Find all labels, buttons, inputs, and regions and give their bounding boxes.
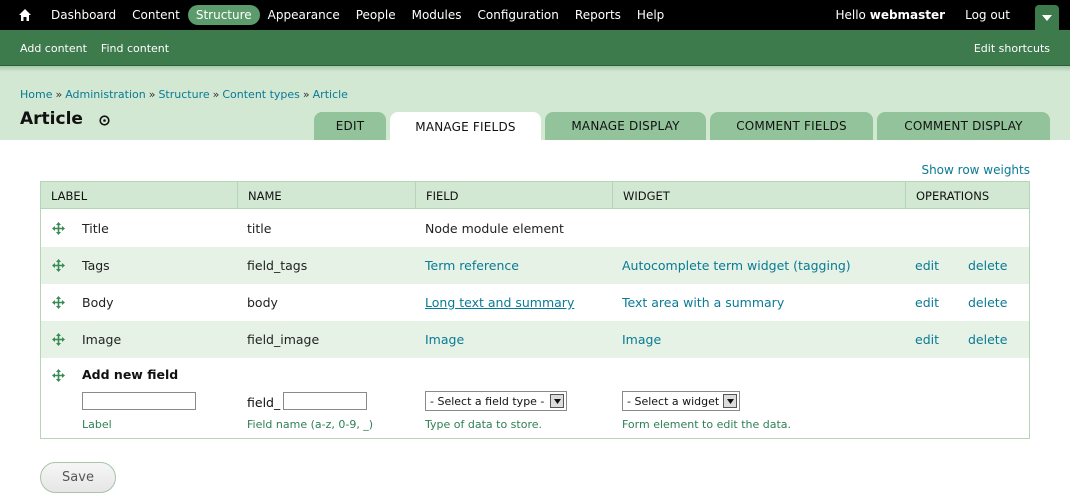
menu-item-appearance[interactable]: Appearance	[260, 5, 348, 25]
page-header: Home» Administration» Structure» Content ty…	[0, 66, 1070, 141]
add-new-field-row: Add new field Label field_ Field name (a…	[41, 358, 1029, 438]
breadcrumb-administration[interactable]: Administration	[65, 88, 146, 101]
table-header: LABEL NAME FIELD WIDGET OPERATIONS	[41, 182, 1029, 209]
drag-handle-icon[interactable]	[52, 222, 65, 235]
menu-item-structure[interactable]: Structure	[187, 5, 260, 25]
new-field-label-description: Label	[82, 418, 112, 431]
save-button[interactable]: Save	[40, 462, 116, 493]
table-row: Body body Long text and summary Text are…	[41, 284, 1029, 321]
drag-handle-icon[interactable]	[52, 296, 65, 309]
breadcrumb-separator: »	[55, 88, 63, 101]
field-type-select[interactable]: - Select a field type -	[425, 391, 567, 411]
menu-item-help[interactable]: Help	[629, 5, 672, 25]
admin-toolbar: Dashboard Content Structure Appearance P…	[0, 0, 1070, 30]
menu-item-reports[interactable]: Reports	[567, 5, 629, 25]
menu-item-modules[interactable]: Modules	[404, 5, 470, 25]
edit-link[interactable]: edit	[915, 295, 939, 310]
drag-handle-icon[interactable]	[52, 333, 65, 346]
toolbar-menu: Dashboard Content Structure Appearance P…	[43, 0, 672, 30]
new-field-name-description: Field name (a-z, 0-9, _)	[247, 418, 374, 431]
column-header-field: FIELD	[415, 182, 612, 209]
menu-item-people[interactable]: People	[348, 5, 404, 25]
tab-comment-display[interactable]: COMMENT DISPLAY	[877, 112, 1050, 140]
breadcrumb-separator: »	[212, 88, 220, 101]
edit-link[interactable]: edit	[915, 332, 939, 347]
chevron-down-icon	[554, 399, 561, 404]
tab-comment-fields[interactable]: COMMENT FIELDS	[710, 112, 873, 140]
field-type-link[interactable]: Image	[425, 332, 464, 347]
table-row: Image field_image Image Image edit delet…	[41, 321, 1029, 358]
column-header-name: NAME	[237, 182, 415, 209]
tabs: EDIT MANAGE FIELDS MANAGE DISPLAY COMMEN…	[0, 112, 1070, 141]
shortcut-links: Add content Find content	[20, 30, 183, 66]
tab-manage-fields[interactable]: MANAGE FIELDS	[390, 112, 541, 141]
menu-item-content[interactable]: Content	[124, 5, 188, 25]
toolbar-toggle-button[interactable]	[1035, 5, 1059, 30]
breadcrumb-content-types[interactable]: Content types	[222, 88, 300, 101]
row-name: field_image	[247, 332, 320, 347]
table-row: Tags field_tags Term reference Autocompl…	[41, 247, 1029, 284]
greeting: Hello webmaster	[835, 8, 945, 22]
home-icon[interactable]	[18, 8, 32, 22]
row-field: Node module element	[425, 221, 564, 236]
widget-link[interactable]: Text area with a summary	[622, 295, 784, 310]
tab-edit[interactable]: EDIT	[314, 112, 386, 140]
select-arrow	[723, 394, 737, 408]
user-area: Hello webmaster Log out	[835, 0, 1010, 30]
delete-link[interactable]: delete	[968, 258, 1007, 273]
row-label: Tags	[82, 258, 110, 273]
fields-table: LABEL NAME FIELD WIDGET OPERATIONS Title…	[40, 181, 1030, 439]
breadcrumb-article[interactable]: Article	[313, 88, 348, 101]
breadcrumb-separator: »	[302, 88, 310, 101]
new-field-name-input[interactable]	[283, 392, 367, 410]
add-new-field-heading: Add new field	[82, 367, 179, 382]
row-name: title	[247, 221, 272, 236]
shortcuts-bar: Add content Find content Edit shortcuts	[0, 30, 1070, 66]
table-row: Title title Node module element	[41, 210, 1029, 247]
chevron-down-icon	[727, 399, 734, 404]
row-name: field_tags	[247, 258, 308, 273]
drag-handle-icon[interactable]	[52, 259, 65, 272]
field-type-link[interactable]: Long text and summary	[425, 295, 574, 310]
show-row-weights-link[interactable]: Show row weights	[921, 163, 1030, 177]
menu-item-dashboard[interactable]: Dashboard	[43, 5, 124, 25]
field-type-select-value: - Select a field type -	[430, 394, 545, 408]
widget-description: Form element to edit the data.	[622, 418, 792, 431]
delete-link[interactable]: delete	[968, 295, 1007, 310]
greeting-text: Hello	[835, 8, 866, 22]
logout-link[interactable]: Log out	[965, 8, 1010, 22]
breadcrumb-separator: »	[148, 88, 156, 101]
column-header-operations: OPERATIONS	[905, 182, 1029, 209]
widget-select-value: - Select a widget -	[627, 394, 727, 408]
new-field-label-input[interactable]	[82, 392, 196, 410]
row-label: Title	[82, 221, 109, 236]
header-shadow	[0, 66, 1070, 72]
tab-manage-display[interactable]: MANAGE DISPLAY	[545, 112, 706, 140]
field-name-prefix: field_	[247, 395, 281, 410]
row-name: body	[247, 295, 278, 310]
delete-link[interactable]: delete	[968, 332, 1007, 347]
widget-link[interactable]: Autocomplete term widget (tagging)	[622, 258, 851, 273]
row-label: Body	[82, 295, 114, 310]
select-arrow	[550, 394, 564, 408]
breadcrumb-home[interactable]: Home	[20, 88, 52, 101]
widget-select[interactable]: - Select a widget -	[622, 391, 740, 411]
widget-link[interactable]: Image	[622, 332, 661, 347]
column-header-label: LABEL	[51, 188, 88, 203]
menu-item-configuration[interactable]: Configuration	[470, 5, 567, 25]
breadcrumb-structure[interactable]: Structure	[158, 88, 209, 101]
breadcrumb: Home» Administration» Structure» Content ty…	[20, 88, 348, 101]
column-header-widget: WIDGET	[612, 182, 905, 209]
shortcut-add-content[interactable]: Add content	[20, 42, 87, 55]
drag-handle-icon[interactable]	[52, 369, 65, 382]
row-label: Image	[82, 332, 122, 347]
chevron-down-icon	[1042, 15, 1052, 21]
edit-shortcuts-link[interactable]: Edit shortcuts	[974, 30, 1050, 66]
field-type-description: Type of data to store.	[425, 418, 542, 431]
edit-link[interactable]: edit	[915, 258, 939, 273]
field-type-link[interactable]: Term reference	[425, 258, 519, 273]
username[interactable]: webmaster	[870, 8, 945, 22]
shortcut-find-content[interactable]: Find content	[101, 42, 169, 55]
